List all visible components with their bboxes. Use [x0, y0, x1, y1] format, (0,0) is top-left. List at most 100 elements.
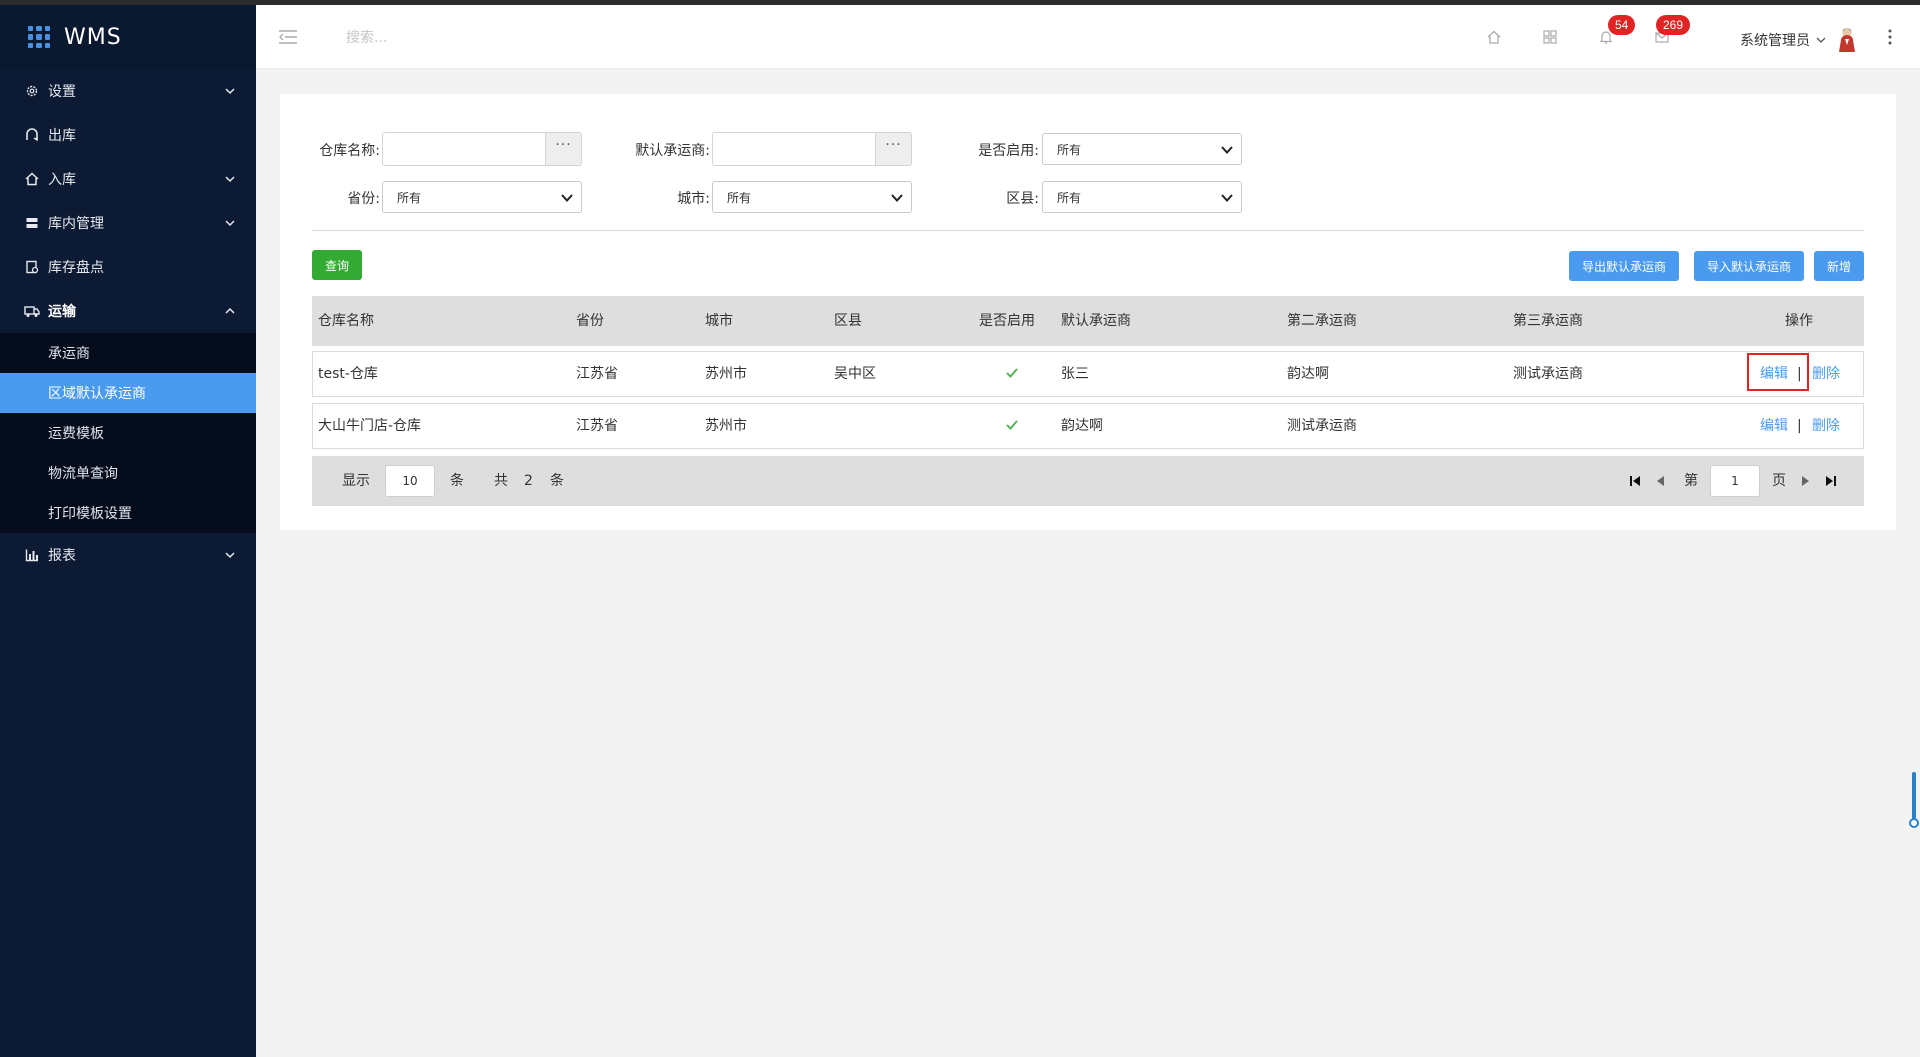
scroll-handle[interactable]: [1909, 818, 1919, 828]
col-actions: 操作: [1785, 313, 1813, 329]
sidebar: WMS 设置 出库 入库 库内管理 库存盘点 运输 承运商 区域默认承运商 运费…: [0, 5, 256, 1057]
col-province: 省份: [576, 313, 604, 329]
cell-second-carrier: 韵达啊: [1287, 366, 1329, 382]
col-second-carrier: 第二承运商: [1287, 313, 1357, 329]
sidebar-item-carriers[interactable]: 承运商: [0, 333, 256, 373]
query-button[interactable]: 查询: [312, 250, 362, 280]
brand[interactable]: WMS: [0, 5, 256, 69]
chevron-down-icon: [224, 173, 236, 185]
last-page-icon[interactable]: [1824, 474, 1838, 488]
province-select[interactable]: 所有: [382, 181, 582, 213]
ellipsis-icon[interactable]: ···: [545, 133, 581, 165]
scroll-indicator[interactable]: [1912, 772, 1916, 824]
chevron-up-icon: [224, 305, 236, 317]
cell-default-carrier: 韵达啊: [1061, 418, 1103, 434]
page-number-input[interactable]: 1: [1710, 465, 1760, 497]
import-default-carrier-button[interactable]: 导入默认承运商: [1694, 251, 1804, 281]
default-carrier-field[interactable]: [713, 133, 877, 165]
col-warehouse-name: 仓库名称: [318, 313, 374, 329]
export-default-carrier-button[interactable]: 导出默认承运商: [1569, 251, 1679, 281]
district-select-value: 所有: [1057, 190, 1082, 205]
chevron-down-icon: [891, 192, 903, 202]
cell-city: 苏州市: [705, 418, 747, 434]
avatar[interactable]: [1836, 27, 1858, 53]
cell-warehouse: test-仓库: [318, 366, 378, 382]
col-district: 区县: [834, 313, 862, 329]
chevron-down-icon: [1816, 32, 1826, 48]
prev-page-icon[interactable]: [1654, 474, 1668, 488]
sidebar-item-label: 入库: [48, 172, 76, 188]
inventory-icon: [24, 259, 40, 275]
default-carrier-picker[interactable]: ···: [712, 132, 912, 166]
first-page-icon[interactable]: [1628, 474, 1642, 488]
total-prefix: 共: [494, 473, 508, 489]
chevron-down-icon: [224, 217, 236, 229]
col-default-carrier: 默认承运商: [1061, 313, 1131, 329]
more-options-icon[interactable]: [1886, 27, 1894, 47]
col-third-carrier: 第三承运商: [1513, 313, 1583, 329]
search-input[interactable]: [346, 27, 606, 49]
sidebar-item-inventory-count[interactable]: 库存盘点: [0, 245, 256, 289]
district-select[interactable]: 所有: [1042, 181, 1242, 213]
sidebar-item-reports[interactable]: 报表: [0, 533, 256, 577]
warehouse-name-label: 仓库名称:: [319, 143, 380, 159]
notifications-badge: 54: [1608, 15, 1636, 35]
filter-divider: [312, 230, 1864, 231]
total-count: 2: [524, 473, 533, 489]
delete-link[interactable]: 删除: [1812, 404, 1840, 448]
page-size-input[interactable]: 10: [385, 465, 435, 497]
menu-toggle-icon[interactable]: [278, 29, 298, 45]
sidebar-item-label: 库内管理: [48, 216, 104, 232]
apps-icon[interactable]: [1540, 27, 1560, 47]
sidebar-item-regional-default-carrier[interactable]: 区域默认承运商: [0, 373, 256, 413]
cell-third-carrier: 测试承运商: [1513, 366, 1583, 382]
check-icon: [1004, 365, 1020, 381]
sidebar-item-print-template[interactable]: 打印模板设置: [0, 493, 256, 533]
inbound-icon: [24, 171, 40, 187]
chevron-down-icon: [224, 549, 236, 561]
home-icon[interactable]: [1484, 27, 1504, 47]
enabled-select[interactable]: 所有: [1042, 133, 1242, 165]
chevron-down-icon: [1221, 144, 1233, 154]
warehouse-name-picker[interactable]: ···: [382, 132, 582, 166]
sidebar-item-warehouse-management[interactable]: 库内管理: [0, 201, 256, 245]
gear-icon: [24, 83, 40, 99]
sidebar-item-label: 出库: [48, 128, 76, 144]
edit-highlight-box: [1747, 353, 1809, 391]
bar-chart-icon: [24, 547, 40, 563]
sidebar-item-label: 设置: [48, 84, 76, 100]
app-title: WMS: [64, 24, 122, 50]
page-size-unit: 条: [450, 473, 464, 489]
transport-submenu: 承运商 区域默认承运商 运费模板 物流单查询 打印模板设置: [0, 333, 256, 533]
sidebar-item-outbound[interactable]: 出库: [0, 113, 256, 157]
city-label: 城市:: [677, 191, 710, 207]
sidebar-item-freight-template[interactable]: 运费模板: [0, 413, 256, 453]
warehouse-name-field[interactable]: [383, 133, 547, 165]
sidebar-item-inbound[interactable]: 入库: [0, 157, 256, 201]
cell-city: 苏州市: [705, 366, 747, 382]
user-menu[interactable]: 系统管理员: [1740, 27, 1858, 53]
chevron-down-icon: [1221, 192, 1233, 202]
user-name: 系统管理员: [1740, 33, 1810, 49]
table-row: test-仓库 江苏省 苏州市 吴中区 张三 韵达啊 测试承运商 编辑 | 删除: [312, 351, 1864, 397]
sidebar-item-transport[interactable]: 运输: [0, 289, 256, 333]
delete-link[interactable]: 删除: [1812, 352, 1840, 396]
sidebar-menu: 设置 出库 入库 库内管理 库存盘点 运输 承运商 区域默认承运商 运费模板 物…: [0, 69, 256, 577]
cell-district: 吴中区: [834, 366, 876, 382]
total-unit: 条: [550, 473, 564, 489]
chevron-down-icon: [224, 85, 236, 97]
apps-grid-icon: [28, 26, 50, 48]
outbound-icon: [24, 127, 40, 143]
edit-link[interactable]: 编辑: [1760, 404, 1788, 448]
next-page-icon[interactable]: [1798, 474, 1812, 488]
ellipsis-icon[interactable]: ···: [875, 133, 911, 165]
cell-province: 江苏省: [576, 366, 618, 382]
page-suffix: 页: [1772, 473, 1786, 489]
sidebar-item-waybill-query[interactable]: 物流单查询: [0, 453, 256, 493]
col-city: 城市: [705, 313, 733, 329]
sidebar-item-settings[interactable]: 设置: [0, 69, 256, 113]
cell-default-carrier: 张三: [1061, 366, 1089, 382]
add-button[interactable]: 新增: [1814, 251, 1864, 281]
city-select[interactable]: 所有: [712, 181, 912, 213]
action-separator: |: [1797, 418, 1802, 434]
